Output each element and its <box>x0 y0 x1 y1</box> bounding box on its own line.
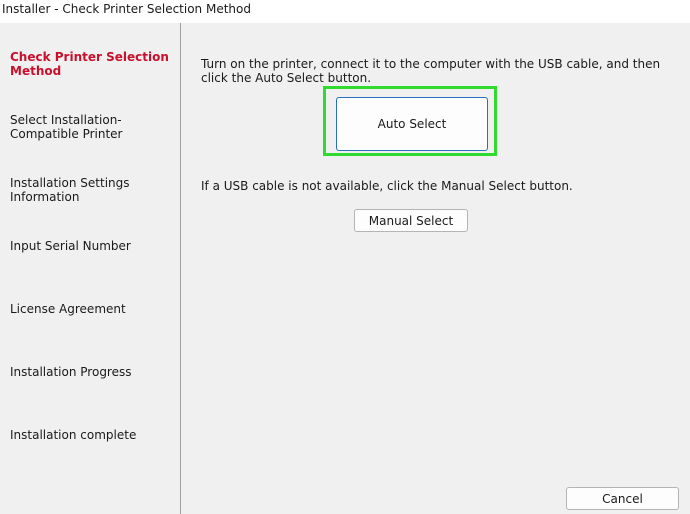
manual-select-instruction: If a USB cable is not available, click t… <box>201 179 573 193</box>
auto-select-button[interactable]: Auto Select <box>336 97 488 151</box>
title-bar: Installer - Check Printer Selection Meth… <box>0 0 690 23</box>
window-title: Installer - Check Printer Selection Meth… <box>2 2 251 16</box>
step-check-printer-selection-method: Check Printer Selection Method <box>10 50 169 78</box>
step-installation-progress: Installation Progress <box>10 365 132 379</box>
step-installation-settings-information: Installation Settings Information <box>10 176 130 204</box>
step-input-serial-number: Input Serial Number <box>10 239 131 253</box>
steps-sidebar: Check Printer Selection Method Select In… <box>0 23 181 514</box>
manual-select-button[interactable]: Manual Select <box>354 209 468 232</box>
step-license-agreement: License Agreement <box>10 302 126 316</box>
main-panel: Turn on the printer, connect it to the c… <box>181 23 690 514</box>
auto-select-instruction: Turn on the printer, connect it to the c… <box>201 57 661 85</box>
cancel-button[interactable]: Cancel <box>566 487 679 510</box>
step-installation-complete: Installation complete <box>10 428 137 442</box>
step-select-compatible-printer: Select Installation-Compatible Printer <box>10 113 123 141</box>
